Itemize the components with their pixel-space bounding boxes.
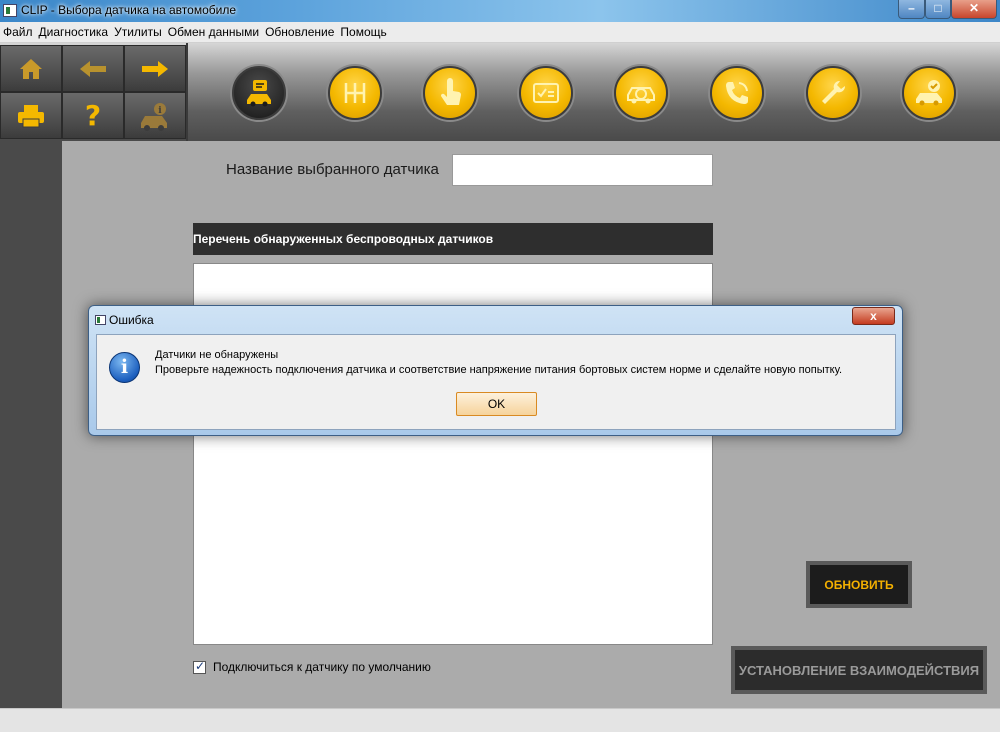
mode-touch-button[interactable] — [423, 66, 477, 120]
car-check-icon — [916, 80, 942, 106]
menu-bar: Файл Диагностика Утилиты Обмен данными О… — [0, 22, 1000, 43]
mode-gearbox-button[interactable] — [328, 66, 382, 120]
maximize-button[interactable]: □ — [925, 0, 951, 19]
mode-wrench-button[interactable] — [806, 66, 860, 120]
help-button[interactable]: ? — [62, 92, 124, 139]
ok-button[interactable]: OK — [456, 392, 537, 416]
back-arrow-icon — [80, 60, 106, 77]
forward-arrow-icon — [142, 60, 168, 77]
menu-diagnostics[interactable]: Диагностика — [39, 25, 109, 39]
app-icon — [3, 4, 17, 17]
vehicle-info-button[interactable]: i — [124, 92, 186, 139]
forward-button[interactable] — [124, 45, 186, 92]
toolbar: ? i — [0, 43, 1000, 141]
menu-utilities[interactable]: Утилиты — [114, 25, 162, 39]
back-button[interactable] — [62, 45, 124, 92]
checklist-icon — [533, 83, 559, 103]
refresh-button-label: ОБНОВИТЬ — [810, 565, 908, 604]
dialog-message-title: Датчики не обнаружены — [155, 349, 279, 361]
sensor-name-field[interactable] — [452, 154, 713, 186]
mode-phone-support-button[interactable] — [710, 66, 764, 120]
dialog-title: Ошибка — [109, 313, 154, 327]
mode-checklist-button[interactable] — [519, 66, 573, 120]
sensor-list-header: Перечень обнаруженных беспроводных датчи… — [193, 223, 713, 255]
toolbar-divider — [186, 43, 188, 141]
car-scan-icon — [627, 87, 655, 104]
establish-connection-button[interactable]: УСТАНОВЛЕНИЕ ВЗАИМОДЕЙСТВИЯ — [731, 646, 987, 694]
wrench-icon — [822, 80, 846, 104]
sensor-name-label: Название выбранного датчика — [226, 161, 439, 178]
refresh-button[interactable]: ОБНОВИТЬ — [806, 561, 912, 608]
car-sensor-icon — [247, 80, 271, 107]
menu-help[interactable]: Помощь — [340, 25, 386, 39]
home-icon — [20, 58, 42, 79]
dialog-body: i Датчики не обнаружены Проверьте надежн… — [96, 334, 896, 430]
home-button[interactable] — [0, 45, 62, 92]
info-icon: i — [109, 352, 140, 383]
establish-connection-label: УСТАНОВЛЕНИЕ ВЗАИМОДЕЙСТВИЯ — [735, 650, 983, 690]
left-sidebar — [0, 141, 62, 708]
dialog-close-button[interactable]: x — [852, 307, 895, 325]
mode-sensor-selection-button[interactable] — [232, 66, 286, 120]
touch-icon — [440, 78, 462, 105]
help-icon: ? — [84, 99, 102, 132]
default-sensor-checkbox-label: Подключиться к датчику по умолчанию — [213, 660, 431, 674]
mode-car-check-button[interactable] — [902, 66, 956, 120]
checkbox-box[interactable] — [193, 659, 206, 674]
default-sensor-checkbox[interactable]: Подключиться к датчику по умолчанию — [193, 659, 431, 674]
menu-data-exchange[interactable]: Обмен данными — [168, 25, 259, 39]
dialog-app-icon — [95, 315, 106, 325]
menu-update[interactable]: Обновление — [265, 25, 334, 39]
status-bar — [0, 708, 1000, 732]
title-bar: CLIP - Выбора датчика на автомобиле – □ … — [0, 0, 1000, 22]
print-button[interactable] — [0, 92, 62, 139]
printer-icon — [18, 104, 44, 127]
menu-file[interactable]: Файл — [3, 25, 33, 39]
svg-text:i: i — [158, 106, 162, 116]
car-info-icon: i — [141, 102, 167, 131]
minimize-button[interactable]: – — [898, 0, 925, 19]
error-dialog: Ошибка x i Датчики не обнаружены Проверь… — [88, 305, 903, 436]
close-window-button[interactable]: ✕ — [951, 0, 997, 19]
mode-car-scan-button[interactable] — [614, 66, 668, 120]
window-title: CLIP - Выбора датчика на автомобиле — [21, 3, 236, 17]
clip-window: CLIP - Выбора датчика на автомобиле – □ … — [0, 0, 1000, 732]
gearbox-icon — [344, 83, 366, 103]
dialog-message-detail: Проверьте надежность подключения датчика… — [155, 364, 843, 376]
phone-support-icon — [726, 82, 748, 104]
